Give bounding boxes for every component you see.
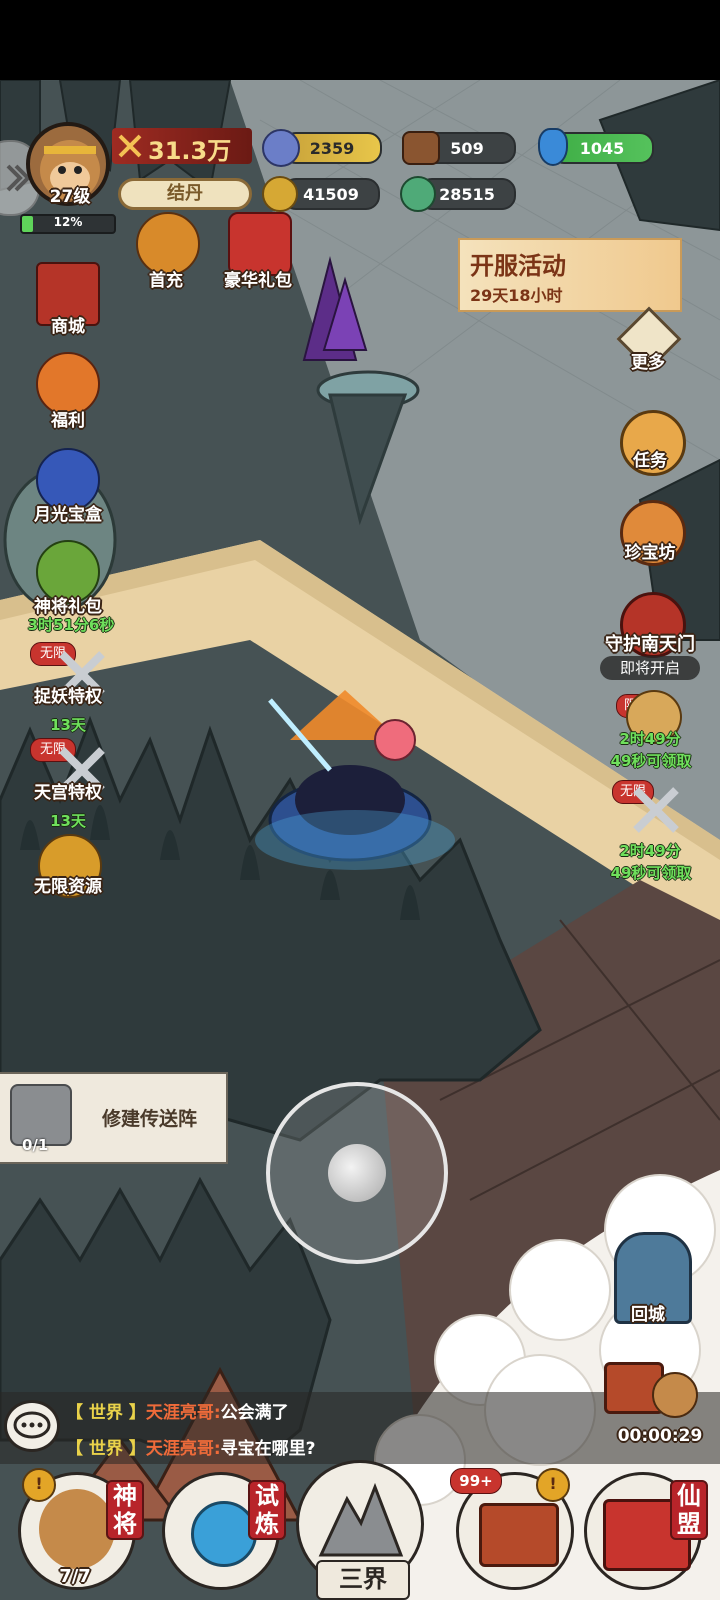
generals-label: 神将 <box>106 1480 144 1540</box>
generals-count: 7/7 <box>59 1566 91 1587</box>
reward2-timer-line1: 2时49分 <box>619 842 681 860</box>
return-city-label: 回城 <box>631 1305 665 1325</box>
exp-percent: 12% <box>53 215 83 229</box>
palace-privilege-label: 天宫特权 <box>34 783 102 803</box>
gem-value: 1045 <box>579 138 625 158</box>
jade-dragon-add-icon[interactable] <box>400 176 436 212</box>
movement-joystick[interactable] <box>266 1082 448 1264</box>
event-time: 29天18小时 <box>470 286 563 305</box>
generals-alert-icon: ! <box>22 1468 56 1502</box>
alliance-label: 仙盟 <box>670 1480 708 1540</box>
treasure-shop-label: 珍宝坊 <box>624 543 676 563</box>
chat-sender: 天涯亮哥: <box>145 1439 221 1459</box>
realm-button[interactable]: 结丹 <box>118 178 252 210</box>
spirit-orb-icon <box>262 129 300 167</box>
exp-bar: 12% <box>20 214 116 234</box>
tasks-label: 任务 <box>633 451 667 471</box>
event-title: 开服活动 <box>470 252 566 280</box>
treasure-count-badge: 99+ <box>450 1468 502 1494</box>
palace-days: 13天 <box>50 812 86 830</box>
demon-privilege-label: 捉妖特权 <box>34 687 102 707</box>
mountain-icon <box>318 1482 404 1557</box>
quest-title: 修建传送阵 <box>102 1108 198 1130</box>
power-panel: 31.3万 <box>112 128 252 165</box>
reward2-timer-line2: 49秒可领取 <box>610 864 692 882</box>
power-value: 31.3万 <box>148 137 232 165</box>
three-realms-label: 三界 <box>316 1560 410 1600</box>
wood-log-icon <box>402 131 440 165</box>
wood-value: 509 <box>450 138 484 158</box>
guard-gate-label: 守护南天门 <box>605 634 695 655</box>
player-level: 27级 <box>49 187 91 207</box>
chat-message-2: 【 世界 】天涯亮哥:寻宝在哪里? <box>66 1434 316 1459</box>
chat-text: 公会满了 <box>220 1403 289 1423</box>
luxury-pack-label: 豪华礼包 <box>224 271 292 291</box>
spirit-value: 2359 <box>309 138 355 158</box>
treasure-alert-icon: ! <box>536 1468 570 1502</box>
blue-gem-icon <box>538 128 568 166</box>
general-pack-timer: 3时51分6秒 <box>27 616 115 634</box>
reward1-timer-line1: 2时49分 <box>619 730 681 748</box>
reward1-timer-line2: 49秒可领取 <box>610 752 692 770</box>
server-event-banner[interactable]: 开服活动 29天18小时 <box>458 238 682 312</box>
trial-label: 试炼 <box>248 1480 286 1540</box>
gold-coin-add-icon[interactable] <box>262 176 298 212</box>
chat-channel: 【 世界 】 <box>66 1439 146 1459</box>
guard-gate-status: 即将开启 <box>600 656 700 680</box>
reward2-swords-icon[interactable] <box>630 784 684 836</box>
demon-days: 13天 <box>50 716 86 734</box>
monkey-icon <box>652 1372 698 1418</box>
joystick-knob[interactable] <box>328 1144 386 1202</box>
chat-message-1: 【 世界 】天涯亮哥:公会满了 <box>66 1398 289 1423</box>
welfare-label: 福利 <box>51 411 85 431</box>
chat-text: 寻宝在哪里? <box>220 1439 316 1459</box>
treasure-box-icon <box>479 1503 559 1567</box>
chat-channel: 【 世界 】 <box>66 1403 146 1423</box>
jade-value: 28515 <box>439 184 495 204</box>
coin-value: 41509 <box>303 184 359 204</box>
more-label: 更多 <box>631 353 665 373</box>
status-bar <box>0 0 720 80</box>
unlimited-resources-label: 无限资源 <box>34 877 102 897</box>
quest-progress: 0/1 <box>22 1136 49 1154</box>
monkey-king-icon <box>39 1489 115 1569</box>
shop-label: 商城 <box>51 317 85 337</box>
chat-bubble-icon[interactable] <box>4 1400 60 1452</box>
chest-timer: 00:00:29 <box>617 1426 703 1446</box>
moonlight-box-label: 月光宝盒 <box>34 505 102 525</box>
crossed-swords-icon <box>118 134 142 158</box>
speech-bubble-icon <box>13 1411 51 1439</box>
chat-sender: 天涯亮哥: <box>145 1403 221 1423</box>
quest-panel[interactable]: 0/1 修建传送阵 <box>0 1072 228 1164</box>
